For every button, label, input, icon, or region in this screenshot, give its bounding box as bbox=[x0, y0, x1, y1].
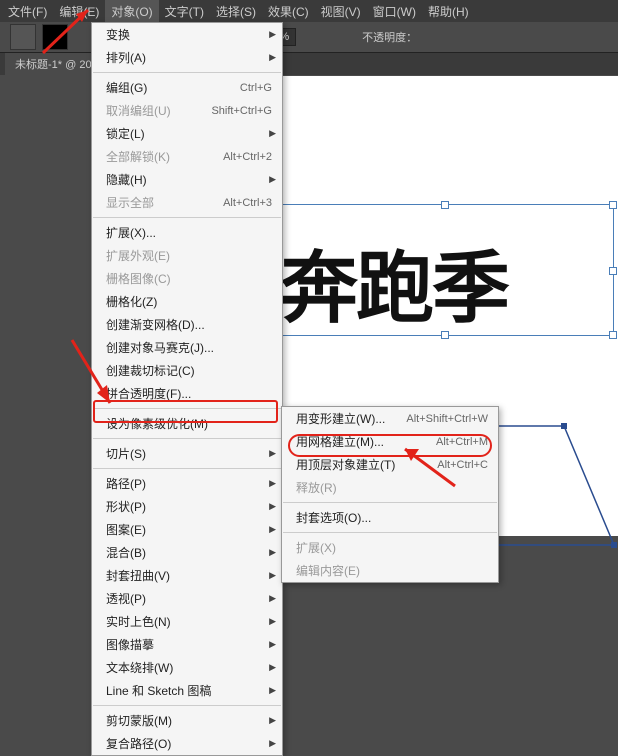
mi-rasterize[interactable]: 栅格化(Z) bbox=[92, 290, 282, 313]
smi-release[interactable]: 释放(R) bbox=[282, 476, 498, 499]
mi-pixel-optimize[interactable]: 设为像素级优化(M) bbox=[92, 412, 282, 435]
mi-unlock-all[interactable]: 全部解锁(K)Alt+Ctrl+2 bbox=[92, 145, 282, 168]
smi-envelope-options[interactable]: 封套选项(O)... bbox=[282, 506, 498, 529]
mi-crop-marks[interactable]: 创建裁切标记(C) bbox=[92, 359, 282, 382]
mi-object-mosaic[interactable]: 创建对象马赛克(J)... bbox=[92, 336, 282, 359]
menu-edit[interactable]: 编辑(E) bbox=[53, 0, 105, 23]
smi-edit-contents[interactable]: 编辑内容(E) bbox=[282, 559, 498, 582]
menu-file[interactable]: 文件(F) bbox=[2, 0, 53, 23]
mi-gradient-mesh[interactable]: 创建渐变网格(D)... bbox=[92, 313, 282, 336]
mi-slice[interactable]: 切片(S)▶ bbox=[92, 442, 282, 465]
menu-window[interactable]: 窗口(W) bbox=[367, 0, 422, 23]
mi-hide[interactable]: 隐藏(H)▶ bbox=[92, 168, 282, 191]
fill-swatch[interactable] bbox=[42, 24, 68, 50]
mi-blend[interactable]: 混合(B)▶ bbox=[92, 541, 282, 564]
mi-line-sketch[interactable]: Line 和 Sketch 图稿▶ bbox=[92, 679, 282, 702]
mi-expand[interactable]: 扩展(X)... bbox=[92, 221, 282, 244]
smi-make-with-warp[interactable]: 用变形建立(W)...Alt+Shift+Ctrl+W bbox=[282, 407, 498, 430]
mi-transform[interactable]: 变换▶ bbox=[92, 23, 282, 46]
mi-text-wrap[interactable]: 文本绕排(W)▶ bbox=[92, 656, 282, 679]
menu-help[interactable]: 帮助(H) bbox=[422, 0, 475, 23]
mi-show-all[interactable]: 显示全部Alt+Ctrl+3 bbox=[92, 191, 282, 214]
mi-perspective[interactable]: 透视(P)▶ bbox=[92, 587, 282, 610]
mi-lock[interactable]: 锁定(L)▶ bbox=[92, 122, 282, 145]
mi-shape[interactable]: 形状(P)▶ bbox=[92, 495, 282, 518]
menu-select[interactable]: 选择(S) bbox=[210, 0, 262, 23]
menu-effect[interactable]: 效果(C) bbox=[262, 0, 315, 23]
mi-path[interactable]: 路径(P)▶ bbox=[92, 472, 282, 495]
mi-expand-appearance[interactable]: 扩展外观(E) bbox=[92, 244, 282, 267]
text-object[interactable]: 奔跑季 bbox=[280, 226, 508, 338]
object-menu: 变换▶ 排列(A)▶ 编组(G)Ctrl+G 取消编组(U)Shift+Ctrl… bbox=[91, 22, 283, 756]
menu-object[interactable]: 对象(O) bbox=[105, 0, 158, 23]
menu-text[interactable]: 文字(T) bbox=[159, 0, 210, 23]
smi-make-with-mesh[interactable]: 用网格建立(M)...Alt+Ctrl+M bbox=[282, 430, 498, 453]
menu-bar: 文件(F) 编辑(E) 对象(O) 文字(T) 选择(S) 效果(C) 视图(V… bbox=[0, 0, 618, 22]
mi-flatten[interactable]: 拼合透明度(F)... bbox=[92, 382, 282, 405]
mi-compound-path[interactable]: 复合路径(O)▶ bbox=[92, 732, 282, 755]
envelope-submenu: 用变形建立(W)...Alt+Shift+Ctrl+W 用网格建立(M)...A… bbox=[281, 406, 499, 583]
mi-rasterize-image[interactable]: 栅格图像(C) bbox=[92, 267, 282, 290]
smi-make-with-top[interactable]: 用顶层对象建立(T)Alt+Ctrl+C bbox=[282, 453, 498, 476]
mi-arrange[interactable]: 排列(A)▶ bbox=[92, 46, 282, 69]
mi-pattern[interactable]: 图案(E)▶ bbox=[92, 518, 282, 541]
mi-clipping-mask[interactable]: 剪切蒙版(M)▶ bbox=[92, 709, 282, 732]
opacity-label: 不透明度： bbox=[362, 29, 417, 45]
menu-view[interactable]: 视图(V) bbox=[315, 0, 367, 23]
stroke-swatch[interactable] bbox=[10, 24, 36, 50]
mi-envelope-distort[interactable]: 封套扭曲(V)▶ bbox=[92, 564, 282, 587]
mi-live-paint[interactable]: 实时上色(N)▶ bbox=[92, 610, 282, 633]
mi-group[interactable]: 编组(G)Ctrl+G bbox=[92, 76, 282, 99]
smi-expand[interactable]: 扩展(X) bbox=[282, 536, 498, 559]
mi-image-trace[interactable]: 图像描摹▶ bbox=[92, 633, 282, 656]
mi-ungroup[interactable]: 取消编组(U)Shift+Ctrl+G bbox=[92, 99, 282, 122]
